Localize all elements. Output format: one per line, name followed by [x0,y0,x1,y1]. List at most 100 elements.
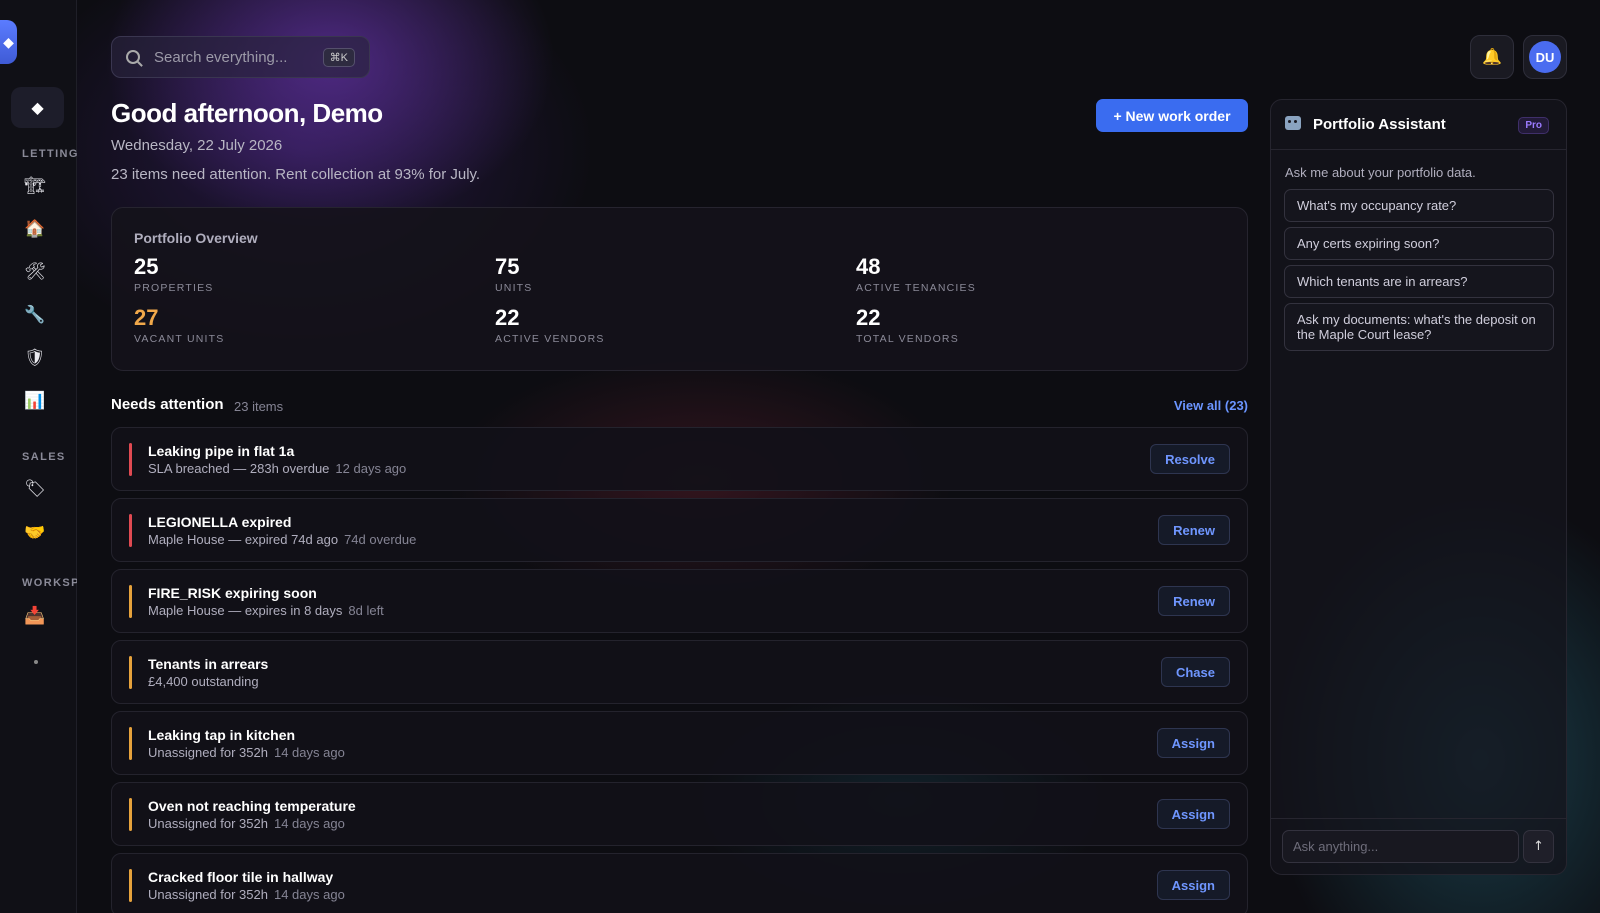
shield-icon[interactable]: 🛡 [22,345,48,371]
item-meta: 8d left [348,603,384,618]
item-detail: £4,400 outstanding [148,674,259,689]
stat-label: VACANT UNITS [134,333,225,345]
shortcut-badge: ⌘K [322,47,355,67]
stat-value: 22 [495,305,520,330]
item-subtitle: £4,400 outstanding [148,674,265,689]
portfolio-assistant-panel: Portfolio Assistant Pro Ask me about you… [1270,99,1567,875]
portfolio-overview-card: Portfolio Overview 25 PROPERTIES 75 UNIT… [111,207,1248,371]
list-item[interactable]: Tenants in arrears £4,400 outstanding Ch… [111,640,1248,704]
handshake-icon[interactable]: 🤝 [22,520,48,546]
send-button[interactable]: ↑ [1523,830,1554,863]
notifications-button[interactable]: 🔔 [1470,35,1514,79]
bell-icon: 🔔 [1482,49,1502,66]
chase-button[interactable]: Chase [1160,657,1230,687]
item-meta: 74d overdue [344,532,417,547]
item-detail: Unassigned for 352h [148,887,268,902]
greeting-block: Good afternoon, Demo Wednesday, 22 July … [111,98,480,183]
assistant-input[interactable] [1282,830,1519,863]
item-meta: 14 days ago [273,887,345,902]
severity-indicator [129,443,132,476]
more-dot-icon[interactable] [34,660,38,664]
item-detail: Maple House — expires in 8 days [148,603,343,618]
suggestion-chip[interactable]: Ask my documents: what's the deposit on … [1284,303,1554,351]
stat-label: PROPERTIES [134,282,214,294]
severity-indicator [129,514,132,547]
inbox-tray-icon[interactable]: 📥 [22,603,48,629]
item-title: FIRE_RISK expiring soon [148,585,317,601]
item-title: Tenants in arrears [148,656,269,672]
suggestion-chip[interactable]: What's my occupancy rate? [1284,189,1554,222]
attention-list: Leaking pipe in flat 1a SLA breached — 2… [111,427,1248,913]
item-title: Leaking pipe in flat 1a [148,443,295,459]
user-menu-button[interactable]: DU [1523,35,1567,79]
house-icon[interactable]: 🏠 [22,216,48,242]
severity-indicator [129,798,132,831]
sidebar-section-sales: SALES [22,451,66,463]
list-item[interactable]: Leaking tap in kitchen Unassigned for 35… [111,711,1248,775]
item-meta: 12 days ago [335,461,407,476]
item-detail: Maple House — expired 74d ago [148,532,339,547]
current-date: Wednesday, 22 July 2026 [111,137,283,154]
logo-icon[interactable]: ◆ [0,20,17,64]
item-subtitle: SLA breached — 283h overdue 12 days ago [148,461,406,476]
wrench-icon[interactable]: 🔧 [22,302,48,328]
list-item[interactable]: LEGIONELLA expired Maple House — expired… [111,498,1248,562]
pro-badge: Pro [1518,117,1549,134]
view-all-link[interactable]: View all (23) [1174,398,1248,413]
search-bar[interactable]: ⌘K [111,36,370,78]
list-item[interactable]: Cracked floor tile in hallway Unassigned… [111,853,1248,913]
chart-icon[interactable]: 📊 [22,388,48,414]
item-meta: 14 days ago [273,745,345,760]
severity-indicator [129,727,132,760]
severity-indicator [129,869,132,902]
assistant-header: Portfolio Assistant Pro [1271,100,1566,150]
item-detail: SLA breached — 283h overdue [148,461,330,476]
stat-value: 75 [495,254,520,279]
item-title: Oven not reaching temperature [148,798,356,814]
items-count: 23 items [234,399,284,414]
renew-button[interactable]: Renew [1158,586,1230,616]
home-diamond-icon[interactable]: ◆ [11,87,64,128]
attention-summary: 23 items need attention. Rent collection… [111,166,481,183]
renew-button[interactable]: Renew [1158,515,1230,545]
tag-icon[interactable]: 🏷 [22,476,48,502]
suggestion-chip[interactable]: Any certs expiring soon? [1284,227,1554,260]
list-item[interactable]: Leaking pipe in flat 1a SLA breached — 2… [111,427,1248,491]
stat-active-vendors: 22 ACTIVE VENDORS [495,305,605,345]
suggestion-chip[interactable]: Which tenants are in arrears? [1284,265,1554,298]
overview-title: Portfolio Overview [134,230,258,246]
arrow-up-icon: ↑ [1533,839,1544,854]
stat-value: 22 [856,305,881,330]
robot-icon [1285,116,1301,130]
stat-label: ACTIVE TENANCIES [856,282,976,294]
stat-label: UNITS [495,282,533,294]
page-title: Good afternoon, Demo [111,98,383,128]
list-item[interactable]: Oven not reaching temperature Unassigned… [111,782,1248,846]
stat-active-tenancies: 48 ACTIVE TENANCIES [856,254,976,294]
severity-indicator [129,656,132,689]
stat-value: 25 [134,254,159,279]
needs-attention-header: Needs attention 23 items View all (23) [111,396,1248,418]
item-meta: 14 days ago [273,816,345,831]
sidebar-section-letting: LETTING [22,148,77,160]
severity-indicator [129,585,132,618]
search-input[interactable] [154,48,323,66]
item-subtitle: Unassigned for 352h 14 days ago [148,745,345,760]
hammer-wrench-icon[interactable]: 🛠 [22,259,48,285]
search-icon [126,50,140,64]
list-item[interactable]: FIRE_RISK expiring soon Maple House — ex… [111,569,1248,633]
assistant-title: Portfolio Assistant [1313,116,1446,133]
item-subtitle: Maple House — expires in 8 days 8d left [148,603,384,618]
assign-button[interactable]: Assign [1156,870,1230,900]
stat-value: 27 [134,305,159,330]
crane-icon[interactable]: 🏗 [22,173,48,199]
item-subtitle: Maple House — expired 74d ago 74d overdue [148,532,416,547]
assign-button[interactable]: Assign [1156,799,1230,829]
assistant-input-bar: ↑ [1271,818,1566,874]
avatar: DU [1529,41,1561,73]
new-work-order-button[interactable]: + New work order [1096,99,1248,132]
resolve-button[interactable]: Resolve [1150,444,1230,474]
assign-button[interactable]: Assign [1156,728,1230,758]
item-detail: Unassigned for 352h [148,816,268,831]
section-title: Needs attention [111,396,224,413]
